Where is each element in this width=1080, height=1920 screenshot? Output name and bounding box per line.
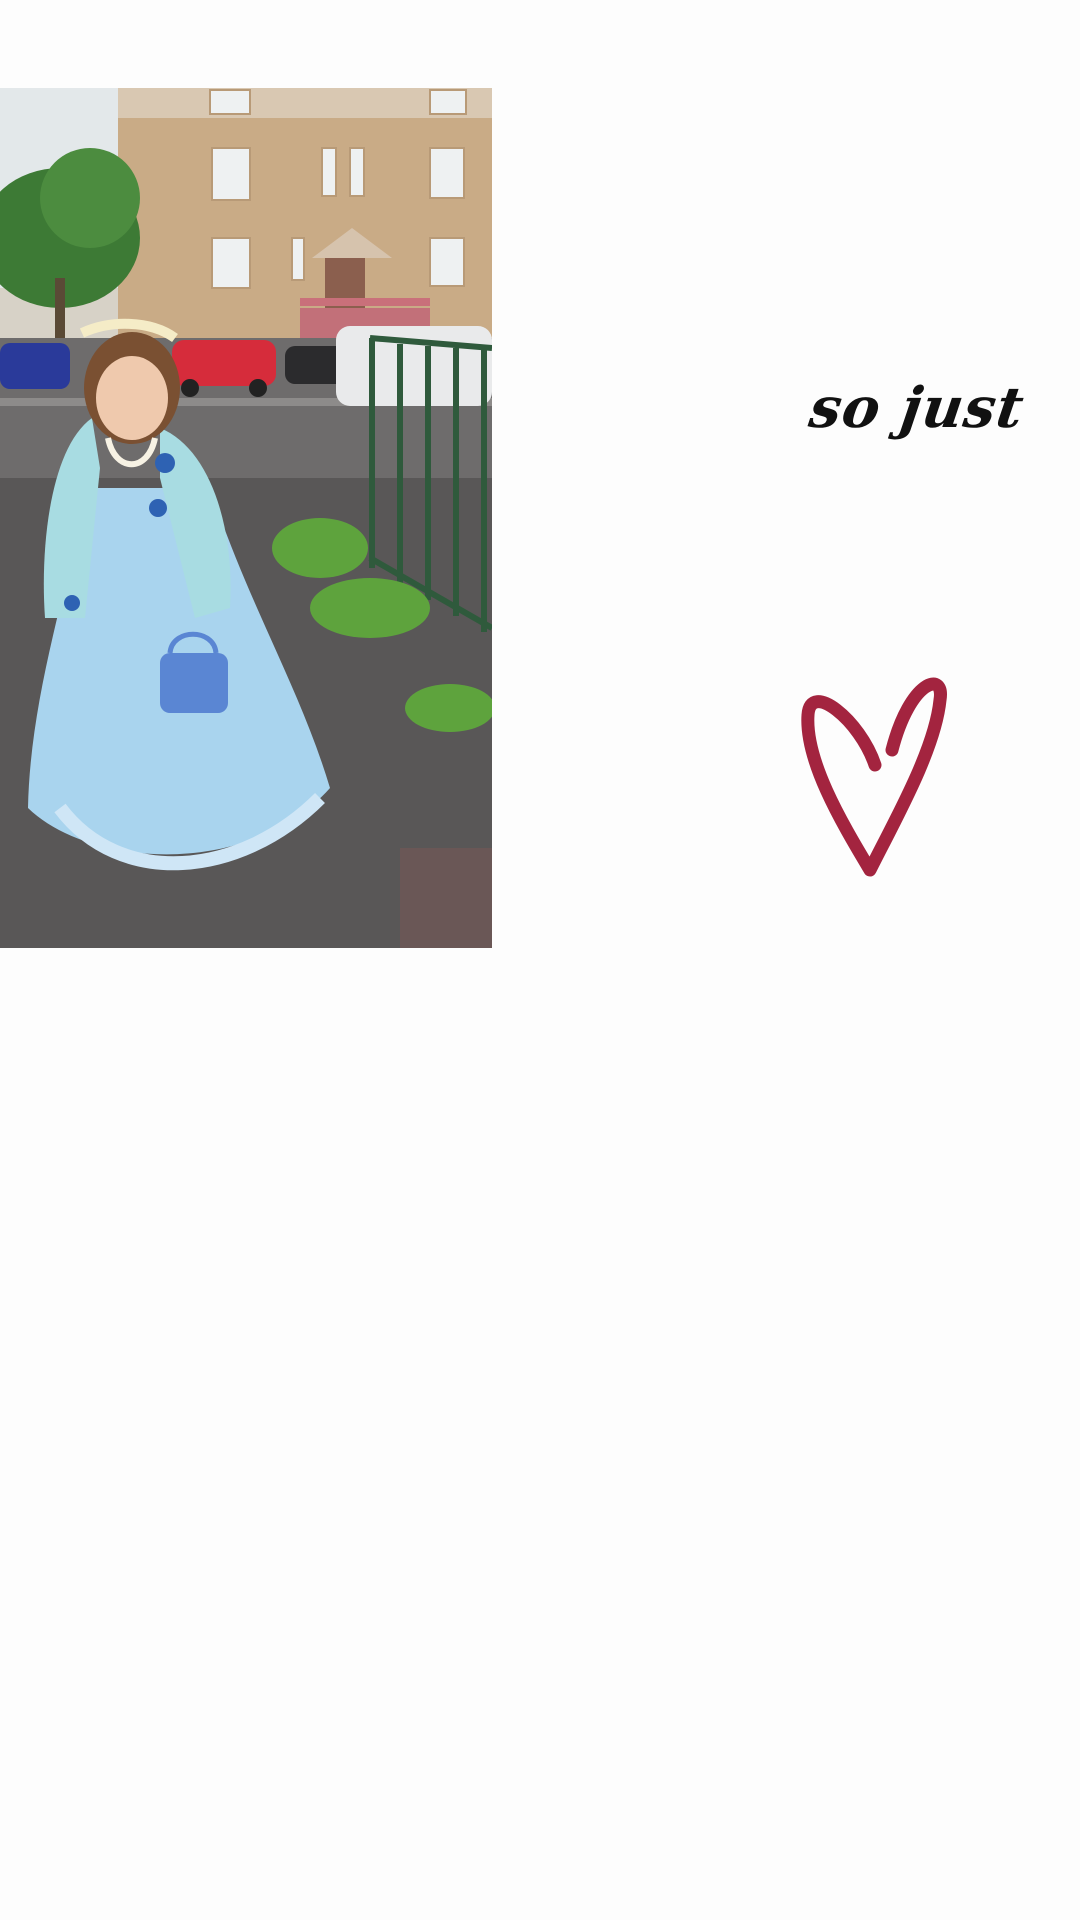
heart-icon — [800, 660, 950, 890]
caption-text: so just — [805, 375, 1029, 441]
photo — [0, 88, 492, 948]
building — [118, 88, 492, 338]
photo-illustration — [0, 88, 492, 948]
